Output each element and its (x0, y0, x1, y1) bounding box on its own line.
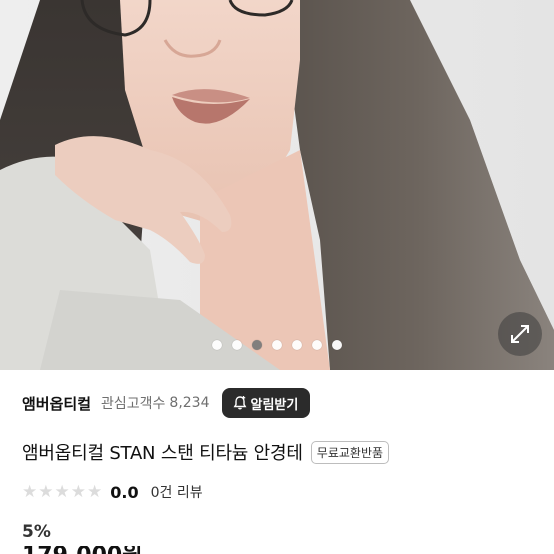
product-image-carousel[interactable] (0, 0, 554, 370)
expand-arrows-icon (511, 325, 529, 343)
alert-subscribe-button[interactable]: 알림받기 (221, 388, 311, 418)
product-title-row: 앰버옵티컬 STAN 스탠 티타늄 안경테 무료교환반품 (22, 437, 544, 467)
star-empty-icon: ★ (70, 481, 86, 502)
price-partial: 179,000원 (22, 546, 142, 554)
star-empty-icon: ★ (54, 481, 70, 502)
follower-count: 8,234 (169, 395, 210, 411)
carousel-dot[interactable] (232, 340, 242, 350)
carousel-dot[interactable] (332, 340, 342, 350)
discount-rate: 5% (22, 522, 51, 542)
follower-label: 관심고객수 (101, 396, 166, 412)
carousel-dot[interactable] (272, 340, 282, 350)
price-text: 179,000원 (22, 546, 142, 554)
expand-image-button[interactable] (498, 312, 542, 356)
star-empty-icon: ★ (38, 481, 54, 502)
star-rating: ★ ★ ★ ★ ★ (22, 481, 103, 502)
brand-row: 앰버옵티컬 관심고객수 8,234 알림받기 (22, 386, 534, 420)
carousel-dot[interactable] (312, 340, 322, 350)
review-count-link[interactable]: 0건 리뷰 (151, 482, 203, 502)
carousel-dot[interactable] (212, 340, 222, 350)
brand-name[interactable]: 앰버옵티컬 (22, 393, 91, 414)
free-return-badge: 무료교환반품 (310, 440, 390, 464)
product-title: 앰버옵티컬 STAN 스탠 티타늄 안경테 (22, 443, 303, 464)
bell-plus-icon (233, 396, 246, 410)
carousel-dot-active[interactable] (252, 340, 262, 350)
model-photo (0, 0, 554, 370)
star-empty-icon: ★ (87, 481, 103, 502)
carousel-dot[interactable] (292, 340, 302, 350)
rating-row[interactable]: ★ ★ ★ ★ ★ 0.0 0건 리뷰 (22, 480, 203, 504)
alert-button-label: 알림받기 (250, 397, 299, 413)
star-empty-icon: ★ (22, 481, 38, 502)
rating-score: 0.0 (110, 482, 139, 502)
carousel-indicators (0, 340, 554, 354)
